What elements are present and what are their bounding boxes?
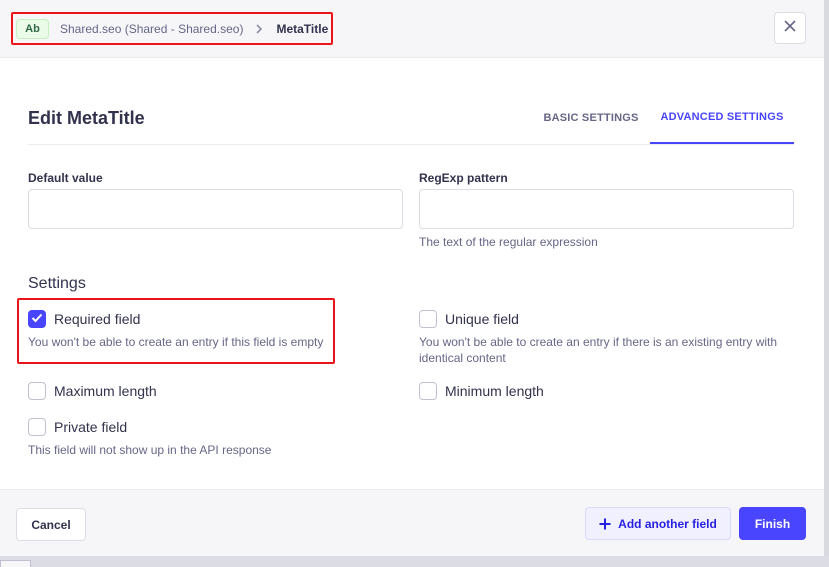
background-page-strip (0, 556, 829, 567)
close-icon (783, 19, 797, 38)
default-value-label: Default value (28, 171, 103, 185)
modal-footer: Cancel Add another field Finish (0, 489, 824, 556)
text-type-badge: Ab (16, 18, 49, 39)
required-field-checkbox[interactable] (28, 310, 46, 328)
finish-button[interactable]: Finish (739, 507, 806, 540)
tab-advanced-settings[interactable]: ADVANCED SETTINGS (650, 96, 794, 144)
unique-field-checkbox[interactable] (419, 310, 437, 328)
required-field-highlight-box (17, 298, 335, 364)
modal-title: Edit MetaTitle (28, 108, 145, 128)
modal-header: Ab Shared.seo (Shared - Shared.seo) Meta… (0, 0, 824, 58)
background-page-edge (824, 0, 829, 556)
checkmark-icon (31, 310, 43, 328)
settings-tabs: BASIC SETTINGS ADVANCED SETTINGS (532, 96, 794, 144)
required-field-label[interactable]: Required field (54, 311, 140, 327)
plus-icon (599, 518, 611, 530)
chevron-right-icon (252, 22, 266, 36)
add-another-field-label: Add another field (618, 516, 717, 531)
regexp-hint: The text of the regular expression (419, 235, 598, 249)
background-tab (0, 560, 31, 567)
close-button[interactable] (774, 12, 806, 44)
minimum-length-checkbox[interactable] (419, 382, 437, 400)
private-field-checkbox[interactable] (28, 418, 46, 436)
settings-section-title: Settings (28, 275, 86, 292)
breadcrumb-parent[interactable]: Shared.seo (Shared - Shared.seo) (60, 22, 243, 36)
private-field-hint: This field will not show up in the API r… (28, 443, 272, 457)
maximum-length-label[interactable]: Maximum length (54, 383, 157, 399)
minimum-length-label[interactable]: Minimum length (445, 383, 544, 399)
cancel-button[interactable]: Cancel (16, 508, 86, 541)
private-field-label[interactable]: Private field (54, 419, 127, 435)
default-value-input[interactable] (28, 189, 403, 229)
regexp-input[interactable] (419, 189, 794, 229)
maximum-length-checkbox[interactable] (28, 382, 46, 400)
regexp-label: RegExp pattern (419, 171, 508, 185)
breadcrumb-current: MetaTitle (276, 21, 329, 36)
required-field-hint: You won't be able to create an entry if … (28, 335, 324, 349)
unique-field-hint: You won't be able to create an entry if … (419, 335, 778, 365)
unique-field-label[interactable]: Unique field (445, 311, 519, 327)
add-another-field-button[interactable]: Add another field (585, 507, 731, 540)
edit-field-modal: Ab Shared.seo (Shared - Shared.seo) Meta… (0, 0, 824, 556)
tabs-divider (28, 144, 794, 145)
tab-basic-settings[interactable]: BASIC SETTINGS (532, 96, 650, 140)
breadcrumb: Ab Shared.seo (Shared - Shared.seo) Meta… (11, 12, 333, 45)
